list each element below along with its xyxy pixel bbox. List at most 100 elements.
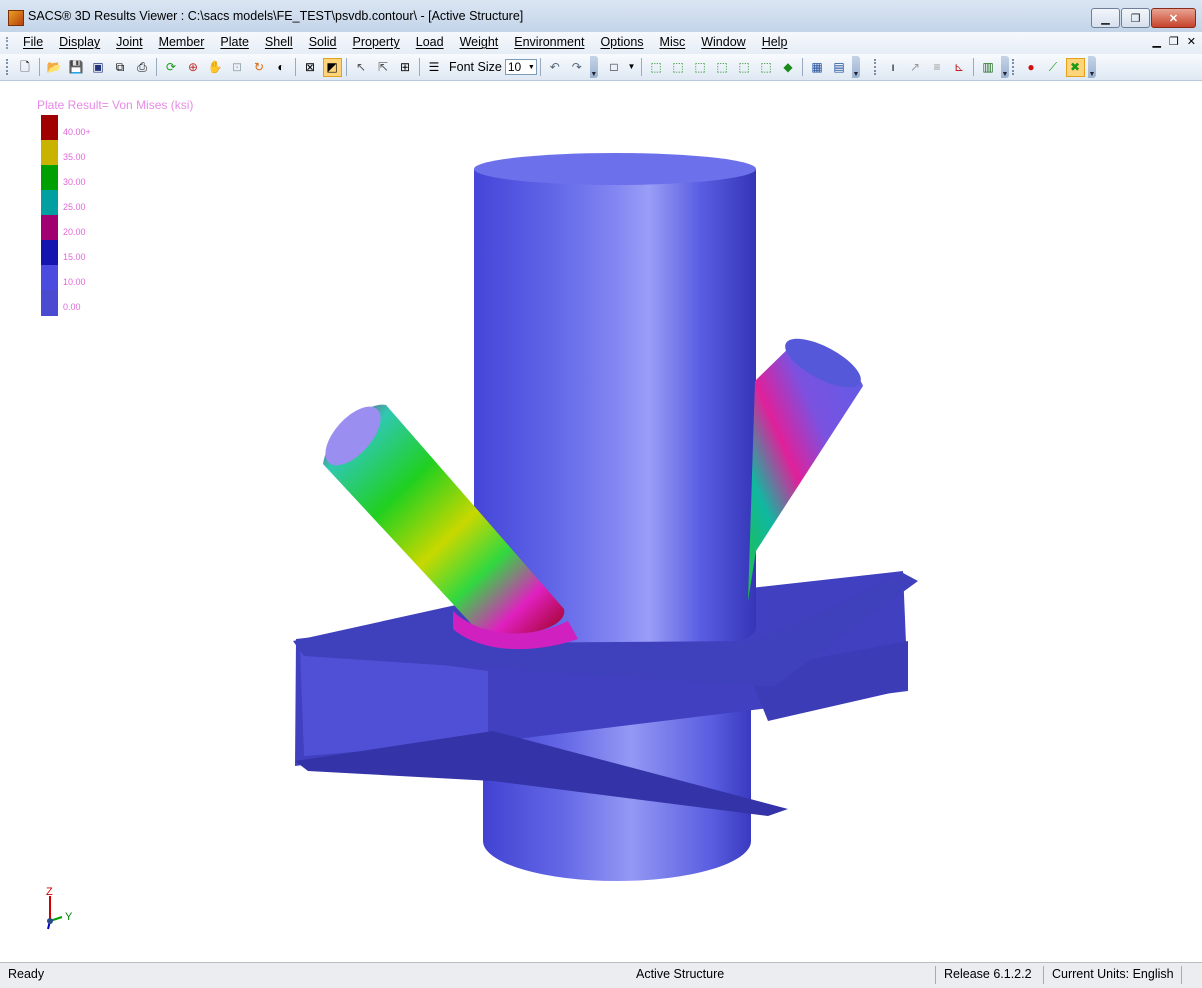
menu-grip[interactable] [6,37,11,49]
toolbar-separator [419,58,420,76]
view-back-icon[interactable]: ⬚ [691,58,710,77]
status-divider [935,966,936,984]
toolbar-separator [539,58,541,76]
menu-help[interactable]: Help [754,35,796,50]
menu-load[interactable]: Load [408,35,452,50]
menu-options[interactable]: Options [592,35,651,50]
refresh-icon[interactable]: ⟳ [162,58,181,77]
zoom-extents-icon[interactable]: ⊠ [301,58,320,77]
status-divider [1181,966,1182,984]
toolbar-separator [641,58,642,76]
toolbar-separator [39,58,40,76]
save-all-icon[interactable]: ▣ [89,58,108,77]
table-icon[interactable]: ▦ [808,58,827,77]
point-icon[interactable]: ● [1022,58,1041,77]
rotate-icon[interactable]: ↻ [250,58,269,77]
toolbar-separator [802,58,803,76]
grid-select-icon[interactable]: ⊞ [396,58,415,77]
toolbar-separator [973,58,974,76]
line-icon[interactable]: ⟋ [1044,58,1063,77]
restore-icon: ❐ [1130,12,1141,25]
select-arrow-icon[interactable]: ↖ [352,58,371,77]
toolbar-grip[interactable] [874,59,879,75]
view-iso-icon[interactable]: ⬚ [647,58,666,77]
close-icon: ✕ [1168,12,1179,25]
joint-icon[interactable]: ı [884,58,903,77]
toolbar-views: □ ▼ ⬚ ⬚ ⬚ ⬚ ⬚ ⬚ ◆ ▦ ▤ ▼ [603,55,860,79]
window-title: SACS® 3D Results Viewer : C:\sacs models… [28,9,524,23]
status-release: Release 6.1.2.2 [944,967,1032,981]
toolbar-overflow-button[interactable]: ▼ [1088,56,1096,78]
joint-g-icon[interactable]: ↗ [906,58,925,77]
menu-file[interactable]: File [15,35,51,50]
font-size-label: Font Size [449,60,502,74]
toolbar-overflow-button[interactable]: ▼ [1001,56,1009,78]
menu-environment[interactable]: Environment [506,35,592,50]
menu-misc[interactable]: Misc [652,35,694,50]
pan-hand-icon[interactable]: ✋ [206,58,225,77]
redo-icon[interactable]: ↷ [567,58,586,77]
dropdown-arrow-icon[interactable]: ▼ [627,58,637,77]
render-mode-icon[interactable]: ◩ [322,57,342,77]
chevron-down-icon: ▼ [527,63,535,71]
copy-icon[interactable]: ⧉ [111,58,130,77]
status-bar: Ready Active Structure Release 6.1.2.2 C… [0,962,1202,988]
toolbar-standard: 🗋 📂 💾 ▣ ⧉ ⎙ ⟳ ⊕ ✋ ⊡ ↻ ◐ ⊠ ◩ ↖ ⇱ ⊞ ☰ Font… [4,55,598,79]
save-icon[interactable]: 💾 [67,58,86,77]
viewport-3d[interactable]: Plate Result= Von Mises (ksi) 40.00+ 35.… [8,81,1194,962]
close-button[interactable]: ✕ [1151,8,1196,28]
view-bottom-icon[interactable]: ◆ [779,58,798,77]
list-icon[interactable]: ☰ [425,58,444,77]
chord-top-cap [474,153,756,185]
zoom-icon[interactable]: ⊕ [184,58,203,77]
menu-plate[interactable]: Plate [212,35,257,50]
view-front-icon[interactable]: ⬚ [669,58,688,77]
toolbar-grip[interactable] [1012,59,1017,75]
maximize-button[interactable]: ❐ [1121,8,1150,28]
toolbar-overflow-button[interactable]: ▼ [589,56,598,78]
status-units: Current Units: English [1052,967,1174,981]
toolbar: 🗋 📂 💾 ▣ ⧉ ⎙ ⟳ ⊕ ✋ ⊡ ↻ ◐ ⊠ ◩ ↖ ⇱ ⊞ ☰ Font… [0,54,1202,81]
minimize-button[interactable]: ▁ [1091,8,1120,28]
print-icon[interactable]: ⎙ [133,58,152,77]
toolbar-overflow-button[interactable]: ▼ [852,56,860,78]
menu-property[interactable]: Property [345,35,408,50]
menu-solid[interactable]: Solid [301,35,345,50]
menu-weight[interactable]: Weight [452,35,507,50]
mdi-controls: ▁ ❐ ✕ [1152,35,1196,48]
view-top-icon[interactable]: ⬚ [757,58,776,77]
minimize-icon: ▁ [1101,12,1110,25]
toolbar-grip[interactable] [6,59,11,75]
title-bar: SACS® 3D Results Viewer : C:\sacs models… [0,0,1202,33]
report-icon[interactable]: ▤ [830,58,849,77]
shape-select-icon[interactable]: □ [605,58,624,77]
joint-s-icon[interactable]: ≡ [928,58,947,77]
mdi-restore-icon[interactable]: ❐ [1169,35,1179,48]
view-right-icon[interactable]: ⬚ [735,58,754,77]
properties-icon[interactable]: ▥ [979,58,998,77]
font-size-select[interactable]: 10 ▼ [504,59,537,75]
mdi-minimize-icon[interactable]: ▁ [1152,35,1160,48]
open-folder-icon[interactable]: 📂 [45,58,64,77]
toolbar-separator [295,58,296,76]
new-file-icon[interactable]: 🗋 [16,58,35,77]
menu-items: File Display Joint Member Plate Shell So… [15,35,795,50]
mdi-close-icon[interactable]: ✕ [1187,35,1196,48]
menu-shell[interactable]: Shell [257,35,301,50]
select-window-icon[interactable]: ⇱ [374,58,393,77]
menu-window[interactable]: Window [693,35,753,50]
menu-member[interactable]: Member [151,35,213,50]
menu-display[interactable]: Display [51,35,108,50]
app-icon[interactable] [8,10,24,26]
axes-icon[interactable]: ⊾ [950,58,969,77]
fit-icon[interactable]: ✖ [1065,57,1085,77]
undo-icon[interactable]: ↶ [545,58,564,77]
menu-joint[interactable]: Joint [108,35,150,50]
zoom-window-icon[interactable]: ⊡ [228,58,247,77]
status-active-structure: Active Structure [636,967,725,981]
view-icon[interactable]: ◐ [272,58,291,77]
status-ready: Ready [8,967,45,981]
view-left-icon[interactable]: ⬚ [713,58,732,77]
font-size-value: 10 [507,60,522,74]
axis-triad: Z Y [46,886,73,930]
